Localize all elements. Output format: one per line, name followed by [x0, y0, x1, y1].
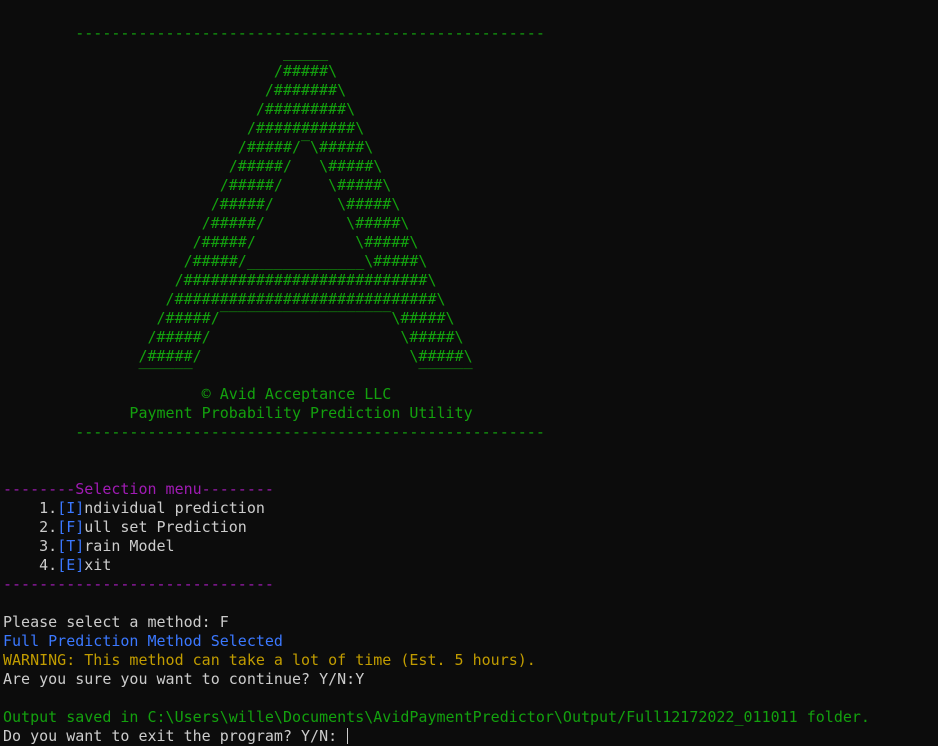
- warning-message: WARNING: This method can take a lot of t…: [3, 651, 536, 669]
- banner-rule-top: ----------------------------------------…: [3, 24, 545, 42]
- logo-line: /###########\: [3, 119, 365, 137]
- exit-prompt: Do you want to exit the program? Y/N:: [3, 727, 347, 745]
- logo-line: /#####/ \#####\: [3, 347, 473, 365]
- copyright-line: © Avid Acceptance LLC: [3, 385, 392, 403]
- exit-prompt-line[interactable]: Do you want to exit the program? Y/N:: [3, 727, 938, 746]
- menu-item-train: 3.[T]rain Model: [3, 537, 938, 556]
- logo-line: /#####/ \#####\: [3, 157, 383, 175]
- logo-line: /#####/‾‾‾‾‾‾‾‾‾‾‾‾‾‾‾‾‾‾‾\#####\: [3, 309, 455, 327]
- logo-line: /#####/_____________\#####\: [3, 252, 428, 270]
- menu-item-key: [E]: [57, 556, 85, 574]
- confirm-prompt: Are you sure you want to continue? Y/N:Y: [3, 670, 365, 688]
- method-selected-message: Full Prediction Method Selected: [3, 632, 283, 650]
- menu-item-label: ull set Prediction: [84, 518, 247, 536]
- logo-line: ‾‾‾‾‾‾ ‾‾‾‾‾‾: [3, 366, 473, 384]
- menu-item-individual: 1.[I]ndividual prediction: [3, 499, 938, 518]
- ascii-logo: _____ /#####\ /#######\ /#########\ /###…: [3, 43, 938, 385]
- menu-footer: ------------------------------: [3, 575, 274, 593]
- menu-item-full-set: 2.[F]ull set Prediction: [3, 518, 938, 537]
- logo-line: _____: [3, 43, 329, 61]
- banner-rule-bottom: ----------------------------------------…: [3, 423, 545, 441]
- menu-item-number: 1.: [3, 499, 58, 517]
- logo-line: /#####/ \#####\: [3, 214, 410, 232]
- logo-line: /#####\: [3, 62, 338, 80]
- menu-item-number: 3.: [3, 537, 58, 555]
- menu-item-key: [T]: [57, 537, 85, 555]
- menu-item-number: 2.: [3, 518, 58, 536]
- menu-item-exit: 4.[E]xit: [3, 556, 938, 575]
- text-cursor[interactable]: [347, 728, 349, 744]
- terminal-window[interactable]: ----------------------------------------…: [3, 24, 938, 746]
- logo-line: /#####/ \#####\: [3, 195, 401, 213]
- logo-line: /#############################\: [3, 290, 446, 308]
- logo-line: /#####/ \#####\: [3, 233, 419, 251]
- logo-line: /#####/ \#####\: [3, 176, 392, 194]
- menu-item-number: 4.: [3, 556, 58, 574]
- output-path-message: Output saved in C:\Users\wille\Documents…: [3, 708, 870, 726]
- menu-header: --------Selection menu--------: [3, 480, 274, 498]
- logo-line: /#####/‾\#####\: [3, 138, 374, 156]
- app-subtitle: Payment Probability Prediction Utility: [3, 404, 473, 422]
- menu-item-label: xit: [84, 556, 112, 574]
- logo-line: /#########\: [3, 100, 356, 118]
- logo-line: /#######\: [3, 81, 347, 99]
- menu-item-label: ndividual prediction: [84, 499, 265, 517]
- selection-menu: --------Selection menu-------- 1.[I]ndiv…: [3, 480, 938, 594]
- logo-line: /###########################\: [3, 271, 437, 289]
- menu-item-key: [F]: [57, 518, 85, 536]
- menu-item-label: rain Model: [84, 537, 175, 555]
- method-prompt: Please select a method: F: [3, 613, 229, 631]
- menu-item-key: [I]: [57, 499, 85, 517]
- logo-line: /#####/ \#####\: [3, 328, 464, 346]
